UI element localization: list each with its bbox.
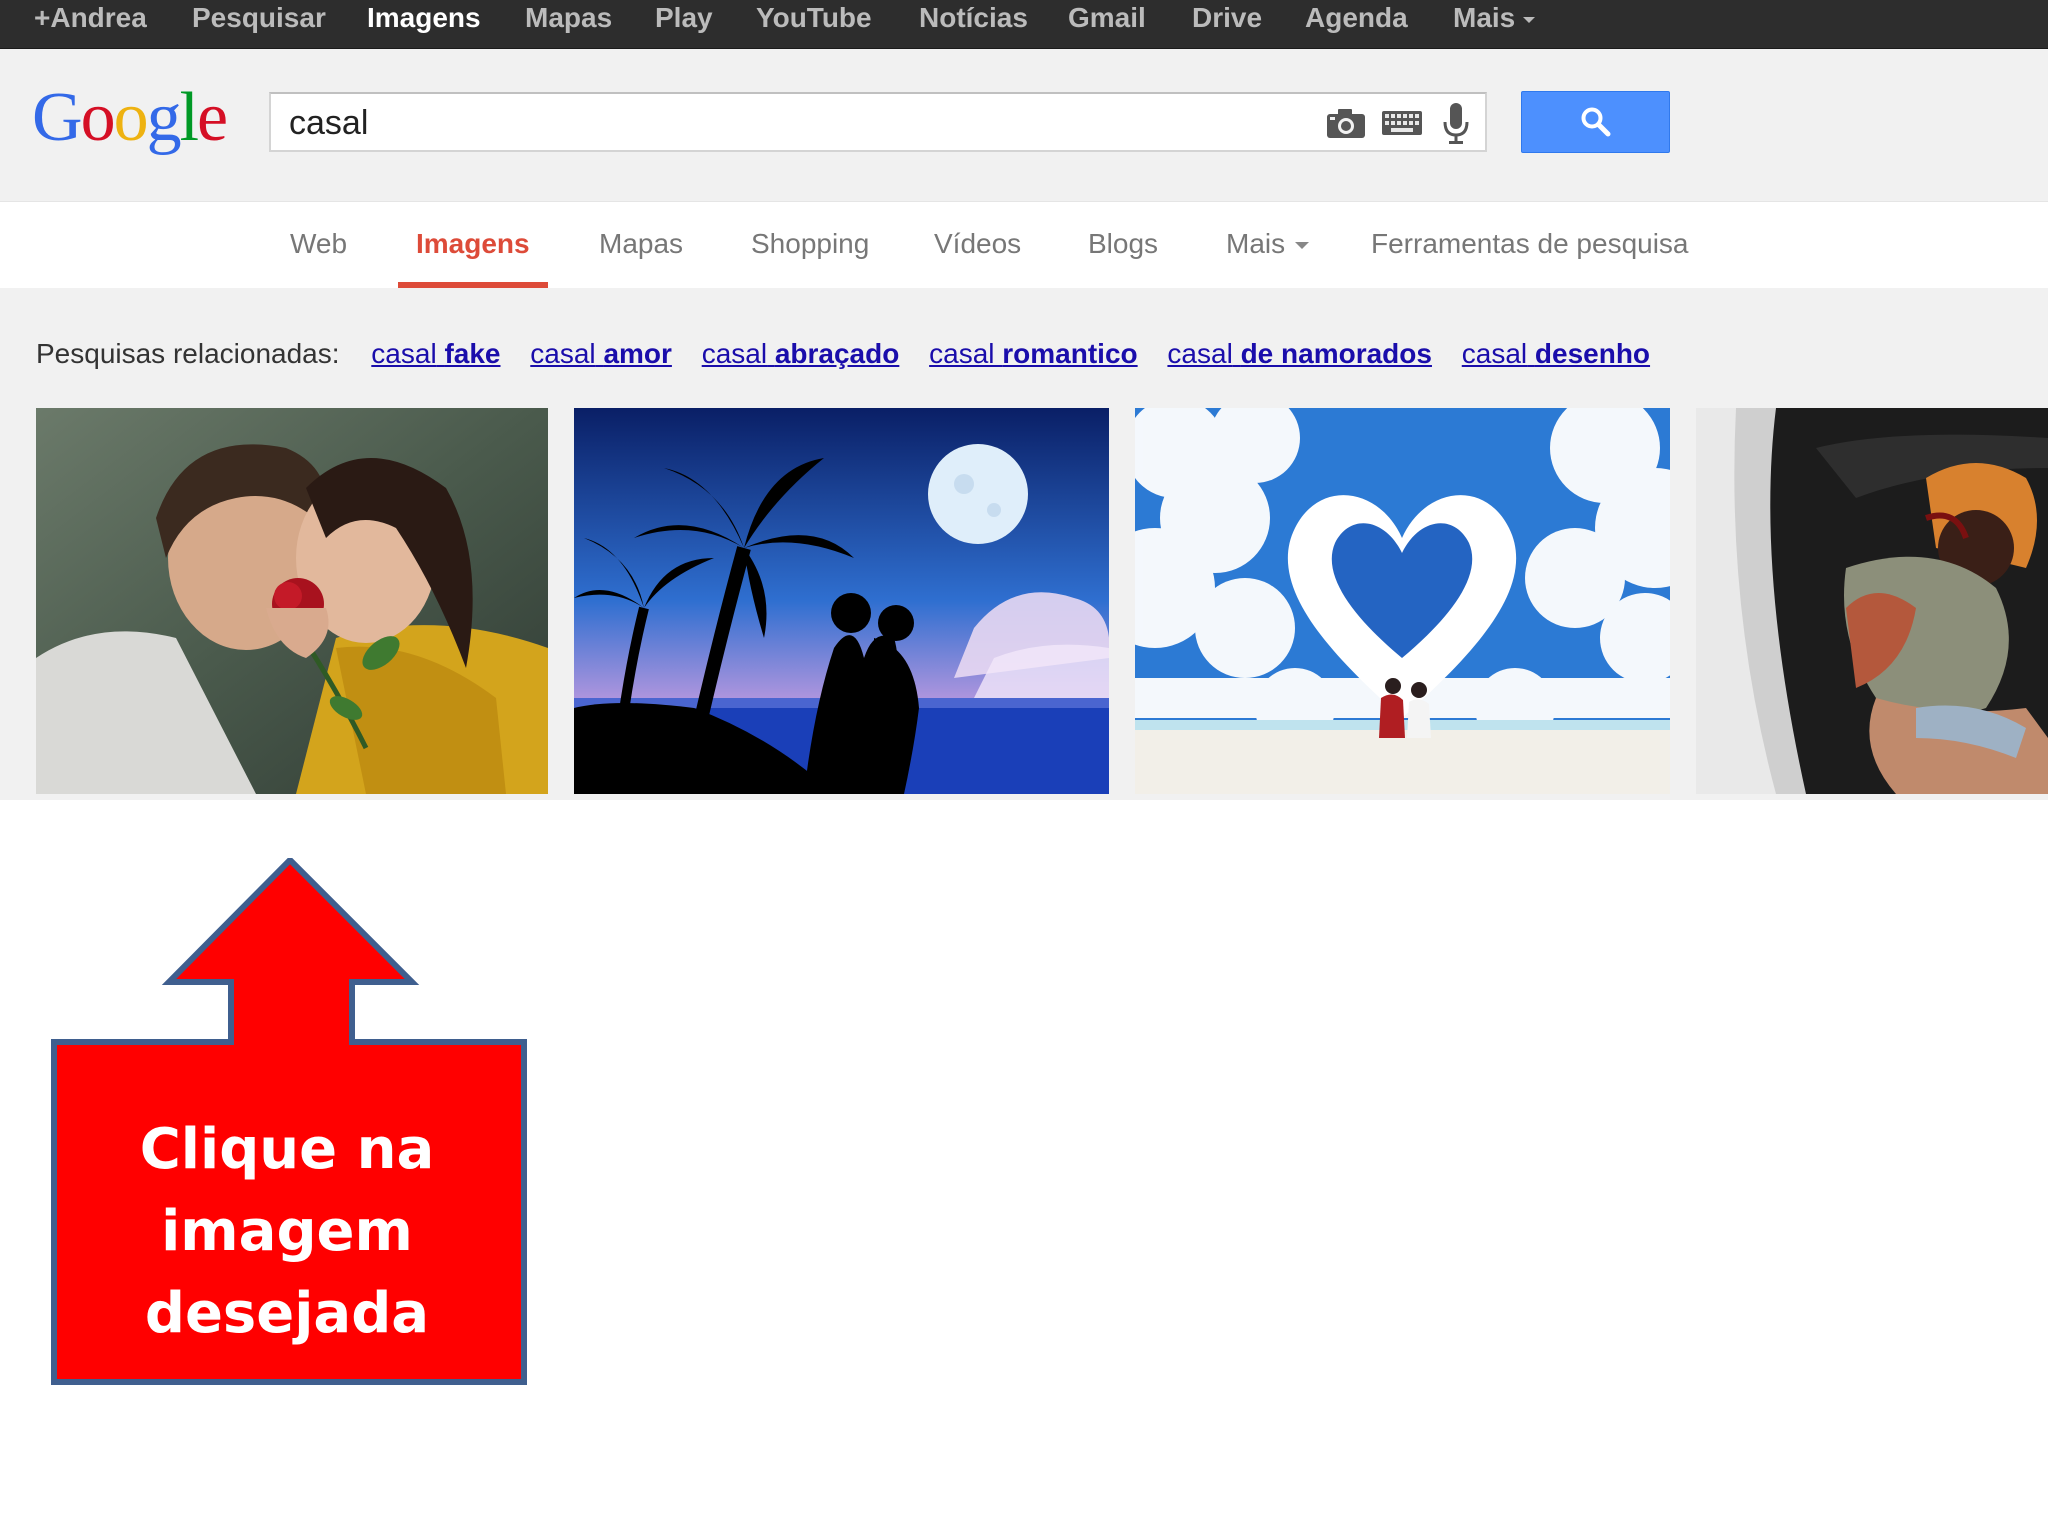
related-link-suffix: fake [444,338,501,369]
logo-letter: G [32,79,83,156]
annotation-arrow-callout: Clique na imagem desejada [50,858,530,1386]
search-tabs: Web Imagens Mapas Shopping Vídeos Blogs … [0,202,2048,288]
topbar-item-more[interactable]: Mais [1453,0,1536,36]
microphone-icon[interactable] [1441,102,1471,151]
logo-letter: o [113,79,149,156]
topbar-item-youtube[interactable]: YouTube [756,0,872,36]
topbar-item-news[interactable]: Notícias [919,0,1028,36]
topbar-more-label: Mais [1453,2,1516,33]
tab-more[interactable]: Mais [1226,228,1310,288]
logo-letter: o [80,79,116,156]
callout-line: desejada [144,1281,430,1346]
logo-letter: l [179,79,200,156]
topbar-item-calendar[interactable]: Agenda [1305,0,1408,36]
camera-icon[interactable] [1325,106,1367,145]
logo-letter: e [197,79,228,156]
topbar-item-images[interactable]: Imagens [367,0,481,36]
search-input[interactable] [289,102,1289,144]
related-searches: Pesquisas relacionadas: casal fake casal… [36,338,1672,370]
image-results: Pesquisas relacionadas: casal fake casal… [0,288,2048,800]
tab-videos[interactable]: Vídeos [934,228,1021,288]
tab-search-tools[interactable]: Ferramentas de pesquisa [1371,228,1689,288]
topbar-item-profile[interactable]: +Andrea [34,0,147,36]
related-link-suffix: abraçado [774,338,900,369]
related-link-prefix: casal [701,338,768,369]
related-link-prefix: casal [1461,338,1528,369]
image-result-thumbnail[interactable] [36,408,548,794]
image-result-thumbnail[interactable] [1135,408,1670,794]
related-link-prefix: casal [1167,338,1233,369]
image-result-thumbnail[interactable] [574,408,1109,794]
search-button[interactable] [1521,91,1670,153]
tab-web[interactable]: Web [290,228,347,288]
related-link-suffix: amor [603,338,672,369]
top-navigation-bar: +Andrea Pesquisar Imagens Mapas Play You… [0,0,2048,49]
tab-more-label: Mais [1226,228,1286,259]
related-link-suffix: de namorados [1240,338,1432,369]
related-link-prefix: casal [530,338,596,369]
related-link-prefix: casal [929,338,995,369]
topbar-item-search[interactable]: Pesquisar [192,0,326,36]
topbar-item-drive[interactable]: Drive [1192,0,1262,36]
related-link-romantico[interactable]: casal romantico [929,338,1138,369]
chevron-down-icon [1295,242,1310,250]
related-link-prefix: casal [371,338,437,369]
related-link-amor[interactable]: casal amor [530,338,672,369]
keyboard-icon[interactable] [1381,110,1423,141]
related-link-suffix: romantico [1002,338,1138,369]
search-box [269,92,1487,152]
topbar-item-maps[interactable]: Mapas [525,0,612,36]
google-logo[interactable]: Google [32,79,228,156]
tab-blogs[interactable]: Blogs [1088,228,1158,288]
search-icon [1581,107,1611,137]
callout-line: imagem [161,1199,413,1264]
tab-maps[interactable]: Mapas [599,228,683,288]
tab-images[interactable]: Imagens [416,228,530,288]
topbar-item-play[interactable]: Play [655,0,713,36]
tab-shopping[interactable]: Shopping [751,228,869,288]
topbar-item-gmail[interactable]: Gmail [1068,0,1146,36]
callout-line: Clique na [139,1117,435,1182]
related-link-namorados[interactable]: casal de namorados [1167,338,1432,369]
logo-letter: g [146,79,182,156]
search-header: Google [0,49,2048,202]
related-link-abracado[interactable]: casal abraçado [702,338,900,369]
callout-text: Clique na imagem desejada [106,1102,468,1362]
image-result-thumbnail[interactable] [1696,408,2048,794]
related-link-suffix: desenho [1534,338,1651,369]
related-link-fake[interactable]: casal fake [371,338,500,369]
chevron-down-icon [1523,16,1536,23]
related-link-desenho[interactable]: casal desenho [1462,338,1650,369]
related-searches-label: Pesquisas relacionadas: [36,338,340,369]
